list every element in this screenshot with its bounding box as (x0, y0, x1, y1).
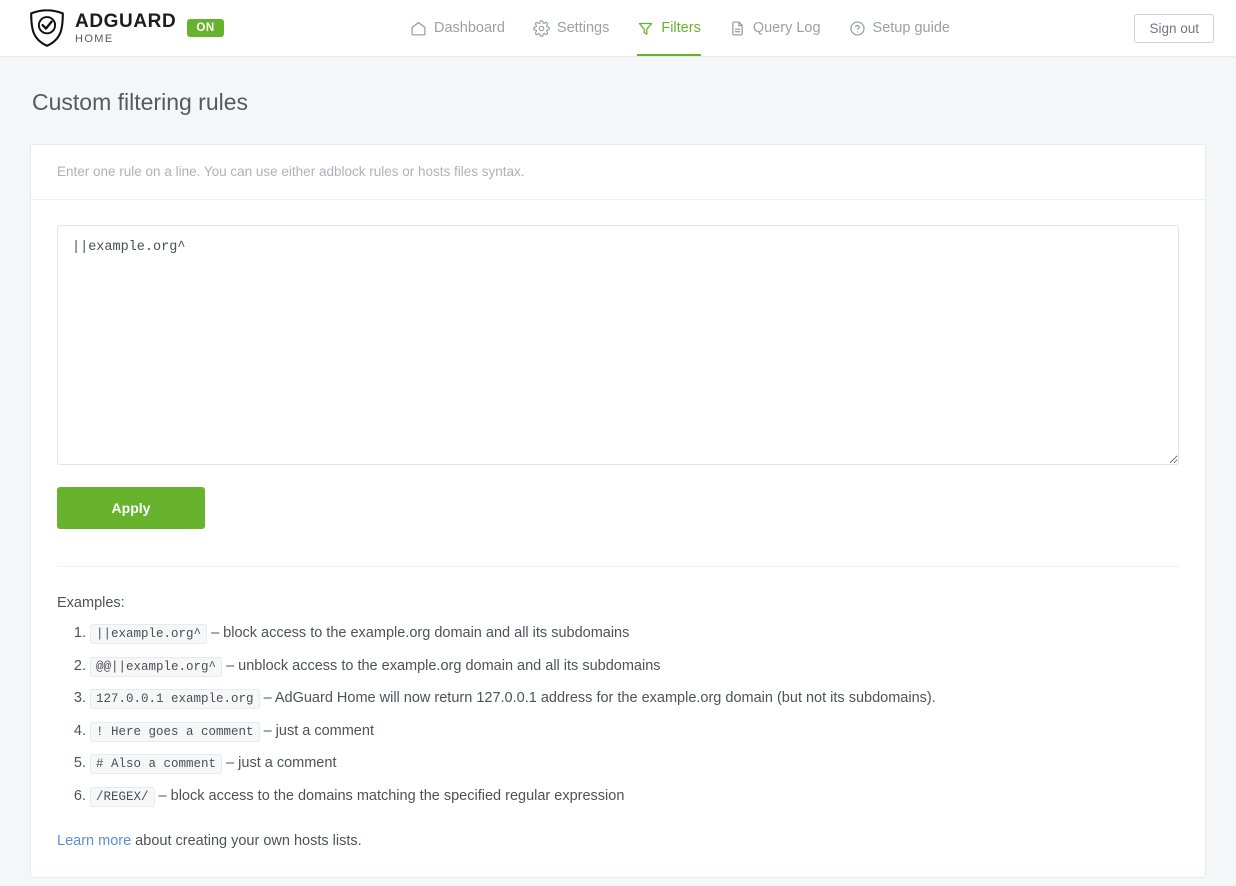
example-rule-text: – block access to the domains matching t… (159, 788, 625, 804)
card-header-hint: Enter one rule on a line. You can use ei… (31, 145, 1205, 200)
learn-more-text: about creating your own hosts lists. (131, 833, 362, 849)
example-rule-code: # Also a comment (90, 754, 222, 774)
section-divider (57, 566, 1179, 567)
list-item: 127.0.0.1 example.org – AdGuard Home wil… (90, 689, 1179, 709)
custom-filtering-rules-card: Enter one rule on a line. You can use ei… (30, 144, 1206, 878)
sign-out-button[interactable]: Sign out (1134, 14, 1214, 43)
app-header: ADGUARD HOME ON Dashboard Settings (0, 0, 1236, 57)
brand-logo[interactable]: ADGUARD HOME (28, 8, 176, 48)
list-item: @@||example.org^ – unblock access to the… (90, 657, 1179, 677)
nav-item-filters[interactable]: Filters (623, 0, 714, 56)
gear-icon (533, 20, 550, 37)
brand-name: ADGUARD (75, 12, 176, 31)
example-rule-text: – just a comment (264, 723, 374, 739)
nav-item-dashboard[interactable]: Dashboard (396, 0, 519, 56)
page-content: Custom filtering rules Enter one rule on… (0, 89, 1236, 878)
example-rule-text: – AdGuard Home will now return 127.0.0.1… (264, 690, 936, 706)
example-rule-text: – block access to the example.org domain… (211, 625, 629, 641)
nav-label-dashboard: Dashboard (434, 20, 505, 36)
examples-label: Examples: (57, 595, 1179, 611)
example-rule-text: – just a comment (226, 755, 336, 771)
nav-item-query-log[interactable]: Query Log (715, 0, 835, 56)
brand-text: ADGUARD HOME (75, 12, 176, 45)
apply-button[interactable]: Apply (57, 487, 205, 529)
nav-item-settings[interactable]: Settings (519, 0, 623, 56)
example-rule-code: 127.0.0.1 example.org (90, 689, 260, 709)
learn-more-row: Learn more about creating your own hosts… (57, 833, 1179, 849)
nav-label-query-log: Query Log (753, 20, 821, 36)
list-item: ! Here goes a comment – just a comment (90, 722, 1179, 742)
nav-label-setup-guide: Setup guide (873, 20, 950, 36)
nav-item-setup-guide[interactable]: Setup guide (835, 0, 964, 56)
adguard-shield-icon (28, 8, 66, 48)
nav-label-settings: Settings (557, 20, 609, 36)
list-item: ||example.org^ – block access to the exa… (90, 624, 1179, 644)
example-rule-code: ! Here goes a comment (90, 722, 260, 742)
learn-more-link[interactable]: Learn more (57, 833, 131, 849)
main-nav: Dashboard Settings Filters (396, 0, 964, 56)
page-title: Custom filtering rules (32, 89, 1206, 116)
funnel-icon (637, 20, 654, 37)
list-item: /REGEX/ – block access to the domains ma… (90, 787, 1179, 807)
document-icon (729, 20, 746, 37)
rules-textarea[interactable] (57, 225, 1179, 465)
example-rule-text: – unblock access to the example.org doma… (226, 658, 660, 674)
question-circle-icon (849, 20, 866, 37)
example-rule-code: /REGEX/ (90, 787, 155, 807)
brand-subtitle: HOME (75, 34, 176, 45)
nav-label-filters: Filters (661, 20, 700, 36)
list-item: # Also a comment – just a comment (90, 754, 1179, 774)
home-icon (410, 20, 427, 37)
example-rule-code: @@||example.org^ (90, 657, 222, 677)
example-rule-code: ||example.org^ (90, 624, 207, 644)
status-badge[interactable]: ON (187, 19, 223, 38)
card-body: Apply Examples: ||example.org^ – block a… (31, 200, 1205, 877)
examples-list: ||example.org^ – block access to the exa… (57, 624, 1179, 806)
